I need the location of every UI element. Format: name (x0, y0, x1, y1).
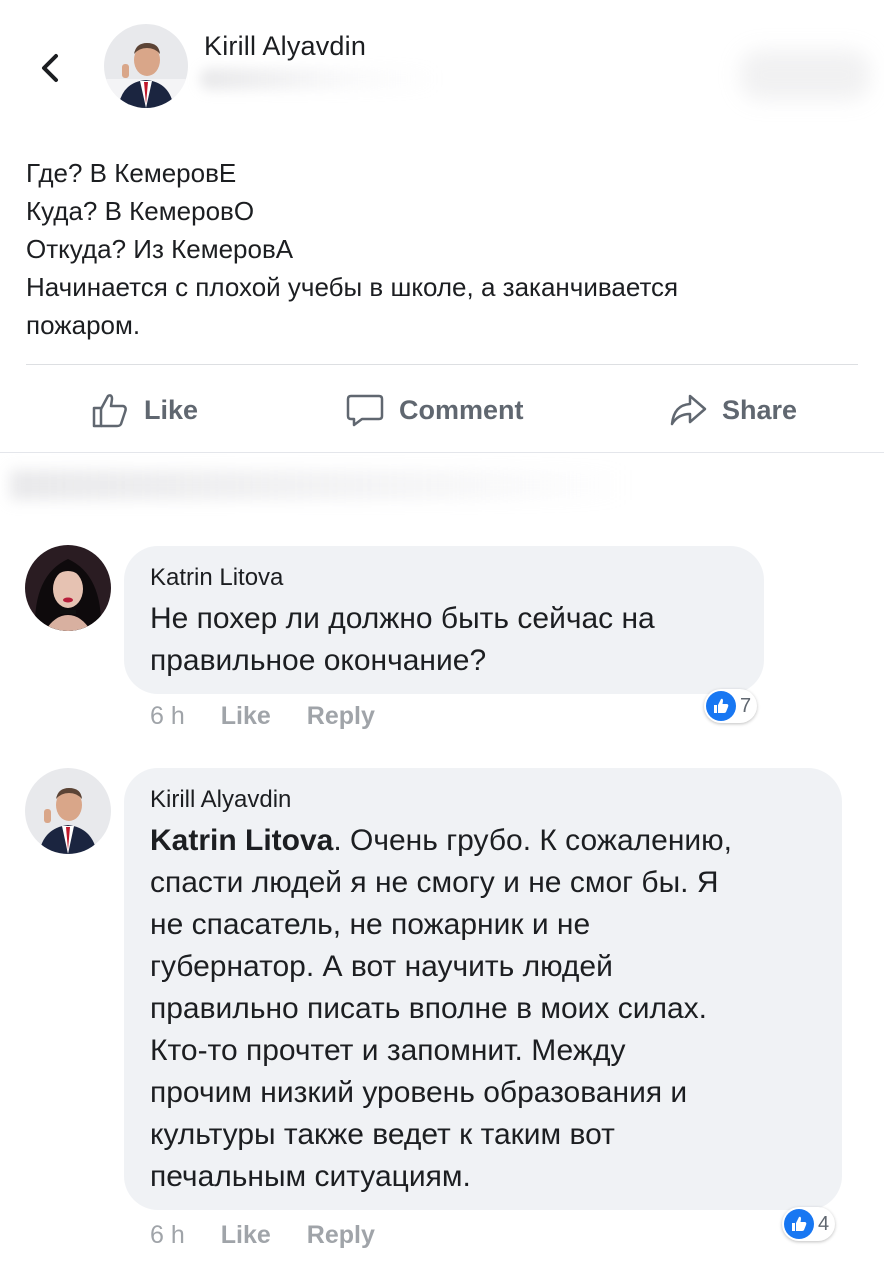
comment-line: прочим низкий уровень образования и (150, 1076, 688, 1109)
comment-line: правильно писать вполне в моих силах. (150, 992, 708, 1025)
commenter-name[interactable]: Kirill Alyavdin (150, 786, 816, 814)
like-button[interactable]: Like (90, 380, 198, 440)
comment-line: Katrin Litova. Очень грубо. К сожалению, (150, 820, 816, 862)
share-label: Share (722, 394, 798, 425)
comment-button[interactable]: Comment (345, 380, 524, 440)
commenter-avatar[interactable] (25, 545, 111, 631)
reaction-count-badge[interactable]: 7 (704, 689, 758, 723)
mention-link[interactable]: Katrin Litova (150, 824, 333, 857)
comment-text: Не похер ли должно быть сейчас на правил… (150, 598, 738, 682)
like-label: Like (144, 394, 199, 425)
reaction-count: 4 (818, 1212, 830, 1235)
post-line: Куда? В КемеровО (26, 196, 255, 226)
commenter-avatar[interactable] (25, 768, 111, 854)
section-divider (0, 452, 884, 453)
divider (26, 364, 858, 365)
comment-time: 6 h (150, 1221, 185, 1249)
post-line: Где? В КемеровЕ (26, 158, 237, 188)
comment-line: губернатор. А вот научить людей (150, 950, 613, 983)
reaction-count-badge[interactable]: 4 (782, 1207, 836, 1241)
like-reaction-icon (706, 691, 736, 721)
speech-bubble-icon (346, 394, 384, 427)
comment-line: не спасатель, не пожарник и не (150, 908, 591, 941)
post-line: пожаром. (26, 310, 141, 340)
share-button[interactable]: Share (668, 380, 797, 440)
comment-label: Comment (399, 394, 524, 425)
post-header: Kirill Alyavdin (0, 0, 884, 140)
comment-bubble: Kirill Alyavdin Katrin Litova. Очень гру… (124, 768, 842, 1210)
comment-reply-button[interactable]: Reply (307, 1221, 375, 1250)
author-avatar[interactable] (104, 24, 188, 108)
share-arrow-icon (670, 394, 707, 426)
blurred-timestamp (200, 68, 440, 90)
comment-bubble: Katrin Litova Не похер ли должно быть се… (124, 546, 764, 694)
comment-line: культуры также ведет к таким вот (150, 1118, 615, 1151)
comment-line: печальным ситуациям. (150, 1160, 471, 1193)
reaction-count: 7 (740, 694, 752, 717)
commenter-name[interactable]: Katrin Litova (150, 564, 738, 592)
comment-line: спасти людей я не смогу и не смог бы. Я (150, 866, 719, 899)
blurred-menu (740, 50, 870, 100)
author-name[interactable]: Kirill Alyavdin (204, 31, 366, 62)
comment-line: правильное окончание? (150, 644, 487, 677)
like-reaction-icon (784, 1209, 814, 1239)
post-line: Начинается с плохой учебы в школе, а зак… (26, 272, 679, 302)
comment-like-button[interactable]: Like (221, 1221, 271, 1250)
comment-line: Не похер ли должно быть сейчас на (150, 602, 655, 635)
thumbs-up-icon (92, 394, 127, 428)
post-line: Откуда? Из КемеровА (26, 234, 294, 264)
blurred-reactions-summary (10, 470, 630, 500)
comment-time: 6 h (150, 702, 185, 730)
comment-reply-button[interactable]: Reply (307, 702, 375, 731)
chevron-left-icon (42, 54, 58, 82)
comment-like-button[interactable]: Like (221, 702, 271, 731)
post-text: Где? В КемеровЕ Куда? В КемеровО Откуда?… (26, 154, 856, 344)
comment-line: Кто-то прочтет и запомнит. Между (150, 1034, 626, 1067)
comment-text: Katrin Litova. Очень грубо. К сожалению,… (150, 820, 816, 1198)
comment-meta: 6 h Like Reply (150, 1221, 375, 1250)
back-button[interactable] (34, 48, 66, 88)
action-bar: Like Comment Share (0, 380, 884, 440)
comment-meta: 6 h Like Reply (150, 702, 375, 731)
comment-line-rest: . Очень грубо. К сожалению, (333, 824, 732, 857)
